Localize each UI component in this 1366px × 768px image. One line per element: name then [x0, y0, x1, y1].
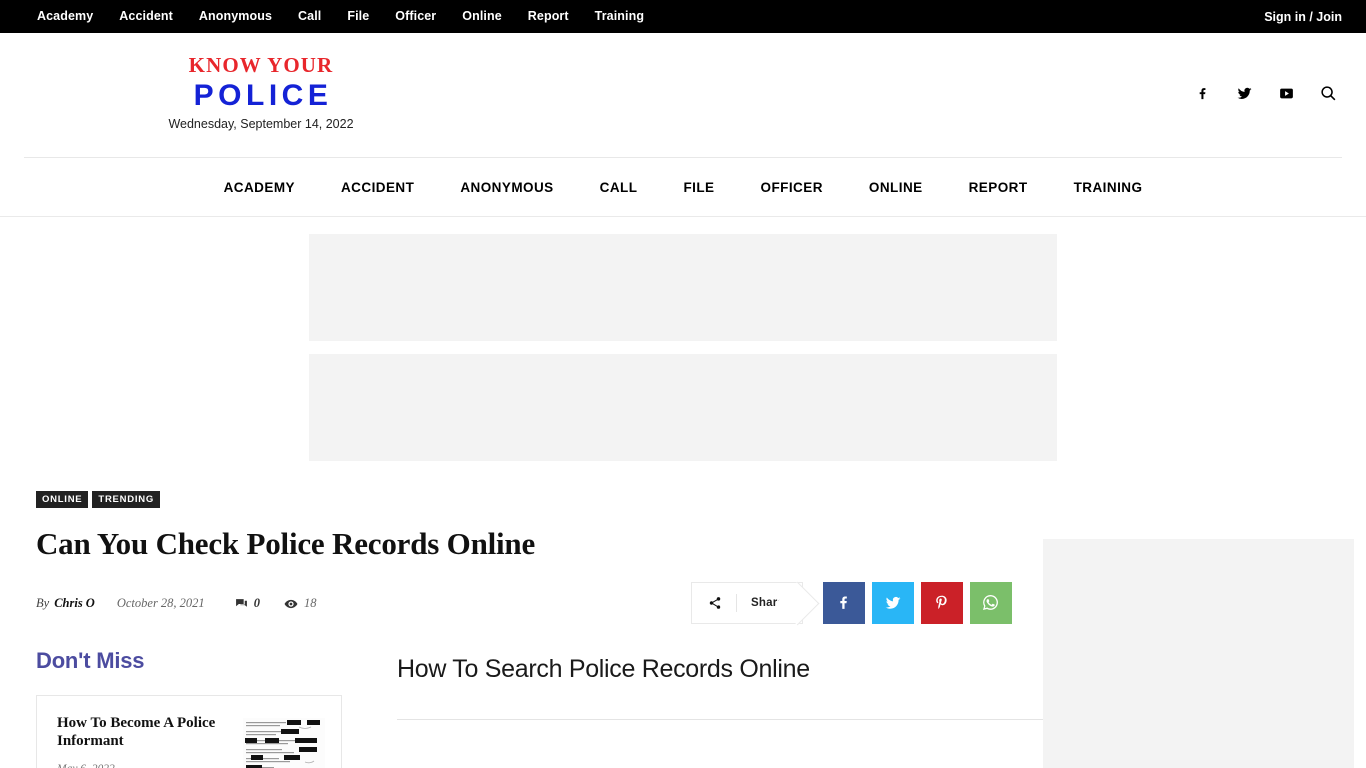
nav-item-report[interactable]: REPORT — [946, 158, 1051, 217]
site-header: KNOW YOUR POLICE Wednesday, September 14… — [0, 33, 1366, 217]
share-facebook-button[interactable] — [822, 581, 865, 624]
category-badge-group: ONLINE TRENDING — [36, 491, 1354, 508]
header-icon-group — [1192, 83, 1338, 103]
list-item[interactable]: How To Become A Police Informant May 6, … — [36, 694, 342, 768]
comment-count: 0 — [235, 596, 260, 611]
logo-line-know-your: KNOW YOUR — [188, 53, 334, 77]
topbar-link-anonymous[interactable]: Anonymous — [186, 0, 285, 33]
nav-item-online[interactable]: ONLINE — [846, 158, 946, 217]
topbar-link-officer[interactable]: Officer — [382, 0, 449, 33]
share-label: Share — [751, 596, 784, 609]
view-count: 18 — [284, 596, 317, 611]
search-icon[interactable] — [1318, 83, 1338, 103]
category-badge-online[interactable]: ONLINE — [36, 491, 89, 508]
comment-count-value: 0 — [253, 596, 260, 611]
ad-placeholder-second — [309, 354, 1057, 461]
dont-miss-card-title[interactable]: How To Become A Police Informant — [57, 714, 233, 752]
nav-item-accident[interactable]: ACCIDENT — [318, 158, 437, 217]
topbar-link-training[interactable]: Training — [582, 0, 657, 33]
author-link[interactable]: Chris O — [54, 596, 95, 611]
dont-miss-card-date: May 6, 2022 — [57, 763, 233, 768]
twitter-icon[interactable] — [1234, 83, 1254, 103]
share-divider — [736, 593, 737, 612]
sidebar-column — [1043, 538, 1354, 768]
nav-item-anonymous[interactable]: ANONYMOUS — [437, 158, 576, 217]
lower-section: Don't Miss How To Become A Police Inform… — [36, 538, 1354, 768]
sign-in-join-link[interactable]: Sign in / Join — [1264, 10, 1342, 24]
topbar-link-accident[interactable]: Accident — [106, 0, 186, 33]
top-bar-right: Sign in / Join — [1264, 10, 1342, 24]
dont-miss-card-text: How To Become A Police Informant May 6, … — [57, 714, 233, 768]
nav-item-file[interactable]: FILE — [660, 158, 737, 217]
share-whatsapp-button[interactable] — [969, 581, 1012, 624]
facebook-icon[interactable] — [1192, 83, 1212, 103]
nav-item-officer[interactable]: OFFICER — [738, 158, 846, 217]
byline-label: By — [36, 596, 50, 611]
dont-miss-card-thumbnail[interactable] — [243, 717, 325, 768]
ad-placeholder-sidebar — [1043, 538, 1354, 768]
comment-icon — [235, 597, 248, 610]
topbar-link-online[interactable]: Online — [449, 0, 515, 33]
top-bar: Academy Accident Anonymous Call File Off… — [0, 0, 1366, 33]
share-button[interactable]: Share — [691, 581, 803, 624]
topbar-link-file[interactable]: File — [334, 0, 382, 33]
redacted-document-image — [243, 717, 325, 768]
nav-item-training[interactable]: TRAINING — [1051, 158, 1166, 217]
dont-miss-column: Don't Miss How To Become A Police Inform… — [36, 648, 342, 768]
dont-miss-heading: Don't Miss — [36, 647, 145, 673]
nav-item-academy[interactable]: ACADEMY — [201, 158, 318, 217]
topbar-link-report[interactable]: Report — [515, 0, 582, 33]
youtube-icon[interactable] — [1276, 83, 1296, 103]
share-pinterest-button[interactable] — [920, 581, 963, 624]
site-logo[interactable]: KNOW YOUR POLICE Wednesday, September 14… — [142, 55, 380, 132]
eye-icon — [284, 597, 298, 611]
nav-item-call[interactable]: CALL — [577, 158, 661, 217]
ad-placeholder-top — [309, 234, 1057, 341]
topbar-link-academy[interactable]: Academy — [24, 0, 106, 33]
header-date: Wednesday, September 14, 2022 — [168, 116, 354, 131]
top-bar-nav: Academy Accident Anonymous Call File Off… — [24, 0, 657, 33]
main-nav: ACADEMY ACCIDENT ANONYMOUS CALL FILE OFF… — [0, 158, 1366, 217]
content-wrapper: ONLINE TRENDING Can You Check Police Rec… — [12, 491, 1354, 768]
logo-line-police: POLICE — [193, 79, 333, 112]
topbar-link-call[interactable]: Call — [285, 0, 334, 33]
header-inner: KNOW YOUR POLICE Wednesday, September 14… — [24, 33, 1342, 157]
share-icon — [708, 596, 722, 610]
view-count-value: 18 — [303, 596, 317, 611]
share-cluster: Share — [691, 581, 1012, 624]
share-twitter-button[interactable] — [871, 581, 914, 624]
page-body: ONLINE TRENDING Can You Check Police Rec… — [0, 217, 1366, 768]
publish-date: October 28, 2021 — [116, 596, 205, 611]
category-badge-trending[interactable]: TRENDING — [92, 491, 161, 508]
